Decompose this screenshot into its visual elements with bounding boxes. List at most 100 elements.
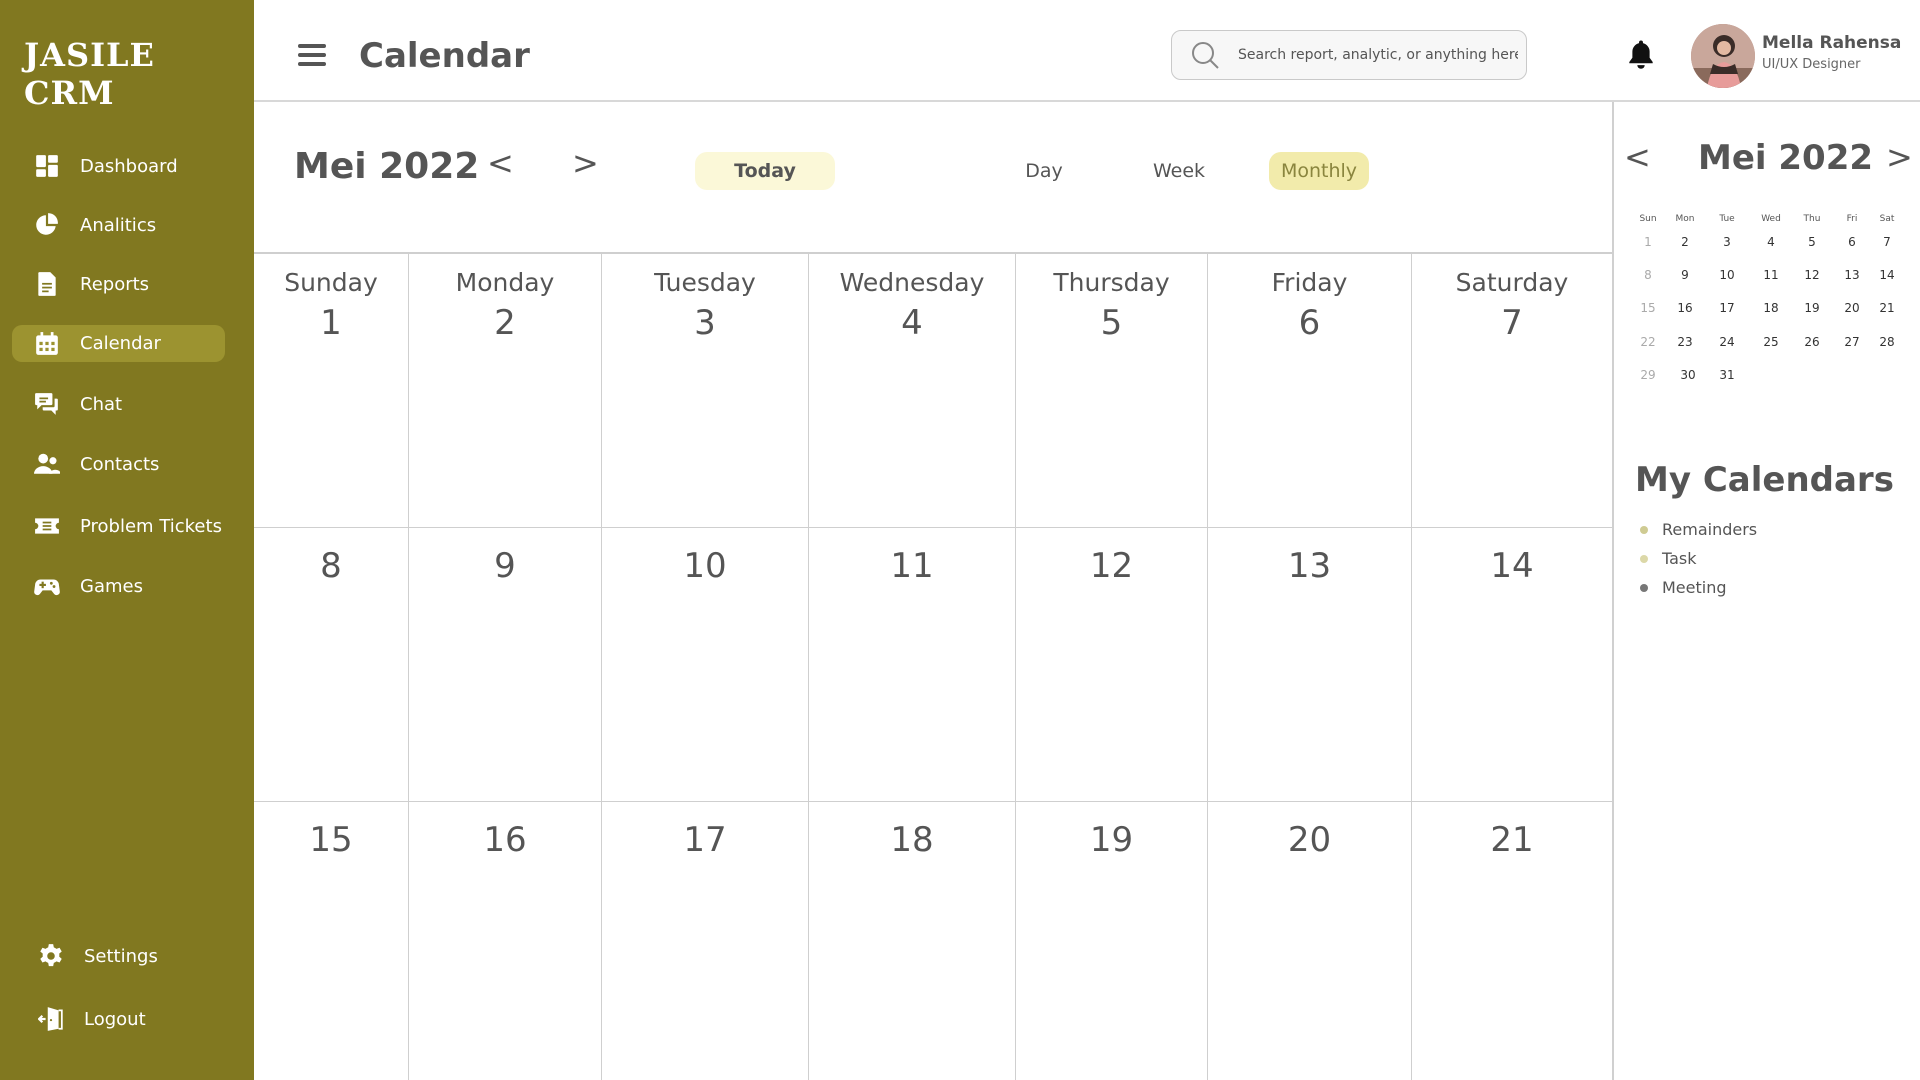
calendar-item-task[interactable]: Task — [1640, 549, 1697, 568]
calendar-day-cell[interactable]: 8 — [254, 528, 409, 802]
menu-icon[interactable] — [298, 44, 326, 66]
mini-day[interactable]: 18 — [1751, 301, 1791, 315]
sidebar-item-problem-tickets[interactable]: Problem Tickets — [12, 507, 225, 545]
mini-day[interactable]: 31 — [1707, 368, 1747, 382]
logout-icon — [38, 1006, 64, 1032]
sidebar-item-games[interactable]: Games — [12, 567, 225, 605]
sidebar-item-label: Problem Tickets — [80, 515, 222, 537]
calendar-day-cell[interactable]: Monday 2 — [409, 254, 602, 528]
calendar-day-cell[interactable]: Thursday 5 — [1016, 254, 1208, 528]
mini-day[interactable]: 15 — [1628, 301, 1668, 315]
day-name: Monday — [455, 268, 555, 297]
calendar-day-cell[interactable]: Tuesday 3 — [602, 254, 809, 528]
mini-prev-month-button[interactable]: < — [1624, 138, 1651, 176]
calendar-day-cell[interactable]: 14 — [1412, 528, 1612, 802]
mini-weekday-header: Sun — [1639, 214, 1657, 224]
mini-weekday-header: Sat — [1879, 214, 1895, 224]
mini-day[interactable]: 1 — [1628, 235, 1668, 249]
calendar-day-cell[interactable]: 20 — [1208, 802, 1412, 1080]
day-number: 7 — [1501, 303, 1523, 343]
mini-weekday-header: Mon — [1675, 214, 1695, 224]
sidebar-item-label: Settings — [84, 945, 158, 967]
mini-day[interactable]: 26 — [1792, 335, 1832, 349]
mini-day[interactable]: 27 — [1832, 335, 1872, 349]
calendar-day-cell[interactable]: 15 — [254, 802, 409, 1080]
mini-day[interactable]: 23 — [1665, 335, 1705, 349]
brand-logo: JASILE CRM — [24, 36, 155, 112]
calendar-day-cell[interactable]: 17 — [602, 802, 809, 1080]
mini-day[interactable]: 30 — [1668, 368, 1708, 382]
calendar-day-cell[interactable]: 10 — [602, 528, 809, 802]
calendar-day-cell[interactable]: Saturday 7 — [1412, 254, 1612, 528]
mini-day[interactable]: 3 — [1707, 235, 1747, 249]
calendar-day-cell[interactable]: Friday 6 — [1208, 254, 1412, 528]
calendar-day-cell[interactable]: 21 — [1412, 802, 1612, 1080]
mini-day[interactable]: 6 — [1832, 235, 1872, 249]
mini-day[interactable]: 17 — [1707, 301, 1747, 315]
sidebar-item-label: Chat — [80, 393, 123, 415]
sidebar-item-chat[interactable]: Chat — [12, 385, 225, 423]
mini-weekday-header: Fri — [1846, 214, 1858, 224]
sidebar-item-label: Logout — [84, 1008, 146, 1030]
calendar-day-cell[interactable]: 13 — [1208, 528, 1412, 802]
mini-day[interactable]: 9 — [1665, 268, 1705, 282]
mini-day[interactable]: 20 — [1832, 301, 1872, 315]
day-view-button[interactable]: Day — [1000, 152, 1088, 190]
day-name: Tuesday — [654, 268, 756, 297]
sidebar-item-reports[interactable]: Reports — [12, 265, 225, 303]
calendar-day-cell[interactable]: 19 — [1016, 802, 1208, 1080]
calendar-day-cell[interactable]: 12 — [1016, 528, 1208, 802]
mini-day[interactable]: 14 — [1867, 268, 1907, 282]
next-month-button[interactable]: > — [572, 144, 599, 182]
mini-day[interactable]: 28 — [1867, 335, 1907, 349]
sidebar-item-label: Calendar — [80, 333, 161, 354]
mini-day[interactable]: 29 — [1628, 368, 1668, 382]
sidebar-item-logout[interactable]: Logout — [12, 1000, 225, 1038]
week-view-button[interactable]: Week — [1135, 152, 1223, 190]
calendar-day-cell[interactable]: 18 — [809, 802, 1016, 1080]
monthly-view-button[interactable]: Monthly — [1269, 152, 1369, 190]
mini-weekday-header: Wed — [1761, 214, 1781, 224]
prev-month-button[interactable]: < — [487, 144, 514, 182]
mini-weekday-header: Tue — [1719, 214, 1735, 224]
search-input[interactable] — [1238, 47, 1518, 63]
avatar[interactable] — [1691, 24, 1755, 88]
mini-day[interactable]: 24 — [1707, 335, 1747, 349]
search-box[interactable] — [1171, 30, 1527, 80]
calendar-day-cell[interactable]: 9 — [409, 528, 602, 802]
mini-day[interactable]: 5 — [1792, 235, 1832, 249]
dashboard-icon — [34, 153, 60, 179]
chat-icon — [34, 391, 60, 417]
sidebar-item-contacts[interactable]: Contacts — [12, 445, 225, 483]
sidebar-item-dashboard[interactable]: Dashboard — [12, 147, 225, 185]
mini-day[interactable]: 8 — [1628, 268, 1668, 282]
mini-day[interactable]: 22 — [1628, 335, 1668, 349]
mini-day[interactable]: 19 — [1792, 301, 1832, 315]
mini-day[interactable]: 16 — [1665, 301, 1705, 315]
calendar-day-cell[interactable]: 11 — [809, 528, 1016, 802]
sidebar-item-calendar[interactable]: Calendar — [12, 325, 225, 362]
calendar-item-meeting[interactable]: Meeting — [1640, 578, 1727, 597]
sidebar-item-settings[interactable]: Settings — [12, 937, 225, 975]
mini-day[interactable]: 13 — [1832, 268, 1872, 282]
mini-day[interactable]: 7 — [1867, 235, 1907, 249]
calendar-day-cell[interactable]: Sunday 1 — [254, 254, 409, 528]
day-name: Wednesday — [839, 268, 985, 297]
mini-day[interactable]: 12 — [1792, 268, 1832, 282]
mini-day[interactable]: 2 — [1665, 235, 1705, 249]
right-panel: < Mei 2022 > Sun Mon Tue Wed Thu Fri Sat… — [1612, 102, 1920, 1080]
mini-day[interactable]: 10 — [1707, 268, 1747, 282]
calendar-item-remainders[interactable]: Remainders — [1640, 520, 1757, 539]
mini-day[interactable]: 4 — [1751, 235, 1791, 249]
mini-day[interactable]: 25 — [1751, 335, 1791, 349]
month-title: Mei 2022 — [294, 146, 480, 187]
calendar-day-cell[interactable]: 16 — [409, 802, 602, 1080]
mini-day[interactable]: 11 — [1751, 268, 1791, 282]
bell-icon[interactable] — [1626, 38, 1656, 70]
mini-day[interactable]: 21 — [1867, 301, 1907, 315]
day-number: 14 — [1490, 546, 1534, 586]
today-button[interactable]: Today — [695, 152, 835, 190]
calendar-day-cell[interactable]: Wednesday 4 — [809, 254, 1016, 528]
mini-next-month-button[interactable]: > — [1886, 138, 1913, 176]
sidebar-item-analitics[interactable]: Analitics — [12, 206, 225, 244]
